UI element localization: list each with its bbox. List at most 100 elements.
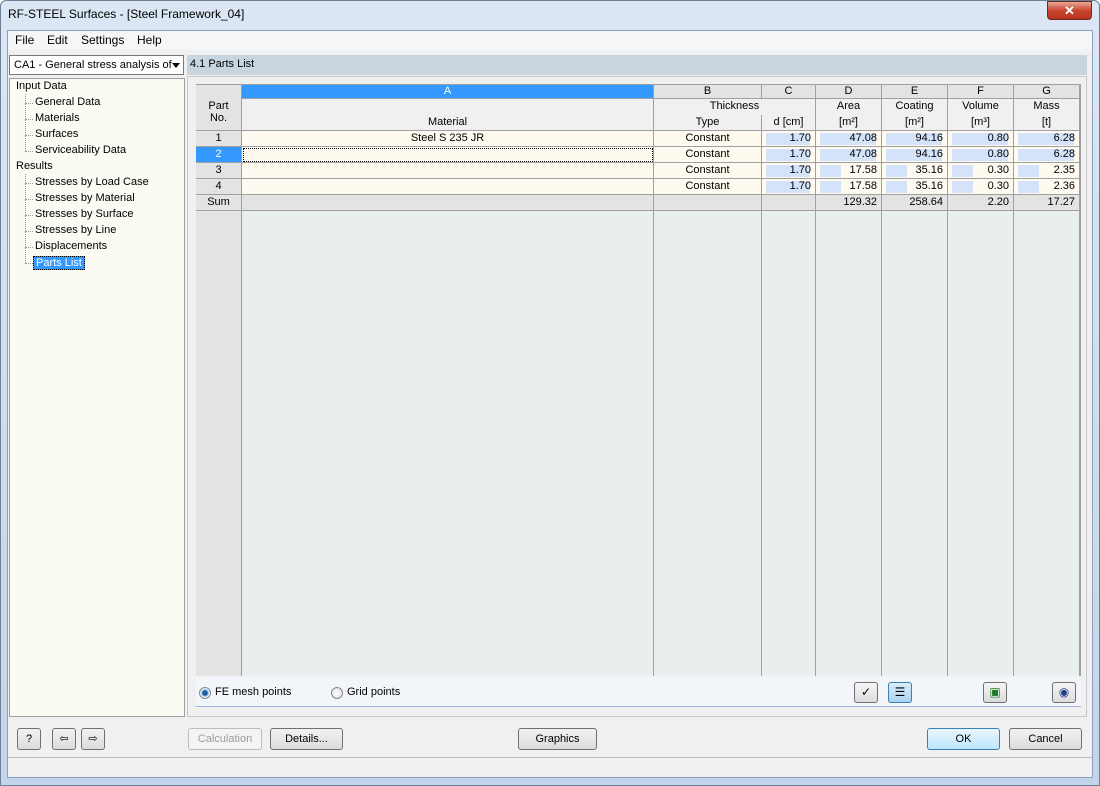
tree-item-stresses-by-load-case[interactable]: Stresses by Load Case	[35, 176, 149, 188]
column-header-a[interactable]: A	[242, 85, 654, 99]
material-cell[interactable]	[242, 147, 654, 163]
empty-column	[882, 211, 948, 676]
coating-cell[interactable]: 35.16	[882, 179, 948, 195]
coating-value: 35.16	[915, 180, 943, 192]
menu-settings[interactable]: Settings	[81, 33, 124, 47]
material-cell[interactable]	[242, 163, 654, 179]
coating-bar	[886, 165, 907, 177]
part-no-header: Part No.	[196, 85, 242, 131]
sum-empty-cell	[654, 195, 762, 211]
mass-value: 6.28	[1053, 148, 1075, 160]
details-button[interactable]: Details...	[270, 728, 343, 750]
check-list-icon[interactable]: ✓	[854, 682, 878, 703]
tree-item-parts-list[interactable]: Parts List	[33, 256, 85, 270]
tree-item-general-data[interactable]: General Data	[35, 96, 100, 108]
material-cell[interactable]	[242, 179, 654, 195]
row-number[interactable]: 3	[196, 163, 242, 179]
area-value: 17.58	[849, 180, 877, 192]
mass-bar	[1018, 165, 1039, 177]
volume-value: 0.80	[987, 132, 1009, 144]
coating-cell[interactable]: 94.16	[882, 147, 948, 163]
d-cell[interactable]: 1.70	[762, 147, 816, 163]
type-cell[interactable]: Constant	[654, 163, 762, 179]
mass-cell[interactable]: 2.35	[1014, 163, 1080, 179]
menu-help[interactable]: Help	[137, 33, 162, 47]
volume-value: 0.30	[987, 164, 1009, 176]
status-bar	[8, 757, 1092, 777]
graphics-button[interactable]: Graphics	[518, 728, 597, 750]
empty-column	[762, 211, 816, 676]
area-cell[interactable]: 17.58	[816, 179, 882, 195]
coating-cell[interactable]: 35.16	[882, 163, 948, 179]
close-button[interactable]: ✕	[1047, 1, 1092, 20]
type-header: Type	[654, 115, 762, 131]
type-cell[interactable]: Constant	[654, 179, 762, 195]
volume-cell[interactable]: 0.30	[948, 163, 1014, 179]
d-header-unit: [m²]	[816, 115, 882, 131]
tree-connector	[25, 247, 33, 248]
fe-mesh-label[interactable]: FE mesh points	[215, 686, 291, 698]
type-cell[interactable]: Constant	[654, 147, 762, 163]
mass-cell[interactable]: 6.28	[1014, 147, 1080, 163]
d-cell[interactable]: 1.70	[762, 131, 816, 147]
d-cell[interactable]: 1.70	[762, 163, 816, 179]
ok-button[interactable]: OK	[927, 728, 1000, 750]
column-header-d[interactable]: D	[816, 85, 882, 99]
view-eye-icon[interactable]: ◉	[1052, 682, 1076, 703]
d-value: 1.70	[789, 180, 811, 192]
area-cell[interactable]: 47.08	[816, 131, 882, 147]
row-number[interactable]: 2	[196, 147, 242, 163]
area-cell[interactable]: 47.08	[816, 147, 882, 163]
fe-mesh-radio[interactable]	[199, 687, 211, 699]
column-header-b[interactable]: B	[654, 85, 762, 99]
sum-empty-cell	[762, 195, 816, 211]
type-cell[interactable]: Constant	[654, 131, 762, 147]
tree-item-stresses-by-material[interactable]: Stresses by Material	[35, 192, 135, 204]
cancel-button[interactable]: Cancel	[1009, 728, 1082, 750]
bar-display-icon[interactable]: ☰	[888, 682, 912, 703]
mass-value: 6.28	[1053, 132, 1075, 144]
tree-item-stresses-by-line[interactable]: Stresses by Line	[35, 224, 116, 236]
row-number[interactable]: 4	[196, 179, 242, 195]
tree-item-displacements[interactable]: Displacements	[35, 240, 107, 252]
column-header-g[interactable]: G	[1014, 85, 1080, 99]
tree-input-data[interactable]: Input Data	[16, 80, 67, 92]
mass-cell[interactable]: 6.28	[1014, 131, 1080, 147]
tree-connector	[25, 231, 33, 232]
coating-cell[interactable]: 94.16	[882, 131, 948, 147]
menu-edit[interactable]: Edit	[47, 33, 68, 47]
case-dropdown[interactable]: CA1 - General stress analysis of	[9, 55, 184, 75]
volume-cell[interactable]: 0.80	[948, 131, 1014, 147]
tree-item-stresses-by-surface[interactable]: Stresses by Surface	[35, 208, 133, 220]
previous-icon[interactable]: ⇦	[52, 728, 76, 750]
tree-results[interactable]: Results	[16, 160, 53, 172]
volume-cell[interactable]: 0.80	[948, 147, 1014, 163]
column-header-c[interactable]: C	[762, 85, 816, 99]
thickness-header: Thickness	[654, 99, 816, 115]
material-cell[interactable]: Steel S 235 JR	[242, 131, 654, 147]
volume-cell[interactable]: 0.30	[948, 179, 1014, 195]
area-bar	[820, 181, 841, 193]
d-header-top: Area	[816, 99, 882, 115]
next-icon[interactable]: ⇨	[81, 728, 105, 750]
area-cell[interactable]: 17.58	[816, 163, 882, 179]
chevron-down-icon	[172, 63, 180, 68]
part-label: Part	[208, 100, 229, 112]
tree-connector	[25, 151, 33, 152]
row-number[interactable]: 1	[196, 131, 242, 147]
calculation-button[interactable]: Calculation	[188, 728, 262, 750]
column-header-e[interactable]: E	[882, 85, 948, 99]
help-icon[interactable]: ?	[17, 728, 41, 750]
tree-item-surfaces[interactable]: Surfaces	[35, 128, 78, 140]
grid-points-radio[interactable]	[331, 687, 343, 699]
tree-item-materials[interactable]: Materials	[35, 112, 80, 124]
sum-label: Sum	[196, 195, 242, 211]
column-header-f[interactable]: F	[948, 85, 1014, 99]
tree-item-serviceability-data[interactable]: Serviceability Data	[35, 144, 126, 156]
grid-points-label[interactable]: Grid points	[347, 686, 400, 698]
menu-file[interactable]: File	[15, 33, 34, 47]
excel-export-icon[interactable]: ▣	[983, 682, 1007, 703]
mass-cell[interactable]: 2.36	[1014, 179, 1080, 195]
mass-value: 2.36	[1053, 180, 1075, 192]
d-cell[interactable]: 1.70	[762, 179, 816, 195]
